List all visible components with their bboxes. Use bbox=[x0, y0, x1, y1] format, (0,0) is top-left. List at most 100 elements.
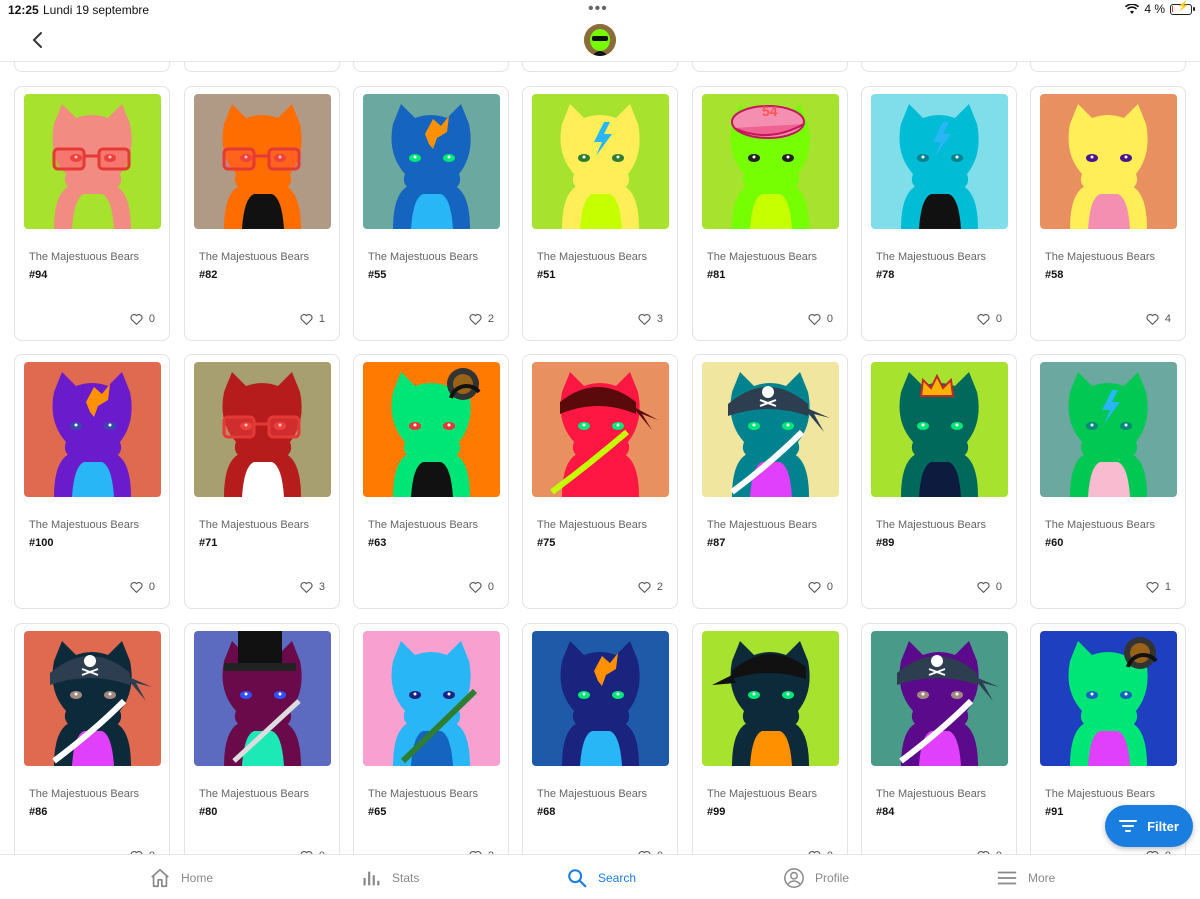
token-id: #100 bbox=[29, 537, 54, 549]
nft-thumbnail[interactable] bbox=[363, 631, 500, 766]
collection-name: The Majestuous Bears bbox=[368, 251, 479, 263]
nft-thumbnail[interactable] bbox=[532, 362, 669, 497]
tab-more[interactable]: More bbox=[996, 867, 1055, 889]
nft-card[interactable]: The Majestuous Bears#652 bbox=[353, 623, 509, 854]
like-button[interactable]: 2 bbox=[469, 313, 494, 325]
nft-image bbox=[194, 631, 331, 766]
tab-label: Search bbox=[598, 871, 637, 885]
nft-card-partial[interactable] bbox=[1030, 62, 1186, 72]
nft-card[interactable]: The Majestuous Bears #58 4 bbox=[1030, 86, 1186, 341]
like-button[interactable]: 3 bbox=[300, 581, 325, 593]
nft-thumbnail[interactable] bbox=[702, 631, 839, 766]
nft-thumbnail[interactable] bbox=[24, 631, 161, 766]
nft-card[interactable]: The Majestuous Bears#990 bbox=[692, 623, 848, 854]
nft-card[interactable]: The Majestuous Bears #94 0 bbox=[14, 86, 170, 341]
nft-card[interactable]: The Majestuous Bears #82 1 bbox=[184, 86, 340, 341]
like-button[interactable]: 0 bbox=[808, 581, 833, 593]
nft-thumbnail[interactable] bbox=[1040, 631, 1177, 766]
like-button[interactable]: 0 bbox=[808, 313, 833, 325]
nft-thumbnail[interactable] bbox=[24, 94, 161, 229]
multitasking-dots-icon[interactable]: ••• bbox=[588, 0, 608, 18]
token-id: #87 bbox=[707, 537, 726, 549]
nft-card[interactable]: The Majestuous Bears #71 3 bbox=[184, 354, 340, 609]
nft-image bbox=[1040, 631, 1177, 766]
nft-thumbnail[interactable] bbox=[1040, 362, 1177, 497]
heart-icon bbox=[977, 314, 990, 325]
nft-image bbox=[363, 631, 500, 766]
nft-thumbnail[interactable] bbox=[194, 631, 331, 766]
nft-card-partial[interactable] bbox=[861, 62, 1017, 72]
nft-card[interactable]: The Majestuous Bears #100 0 bbox=[14, 354, 170, 609]
nft-thumbnail[interactable] bbox=[871, 362, 1008, 497]
nft-card-partial[interactable] bbox=[522, 62, 678, 72]
back-button[interactable] bbox=[26, 28, 50, 52]
status-time: 12:25 bbox=[8, 3, 39, 17]
like-count: 0 bbox=[826, 313, 833, 325]
nft-thumbnail[interactable] bbox=[871, 94, 1008, 229]
tab-search[interactable]: Search bbox=[566, 867, 636, 889]
nft-thumbnail[interactable] bbox=[363, 362, 500, 497]
like-button[interactable]: 3 bbox=[638, 313, 663, 325]
like-button[interactable]: 1 bbox=[300, 313, 325, 325]
svg-text:54: 54 bbox=[762, 103, 778, 119]
tab-label: Profile bbox=[815, 871, 850, 885]
nft-card[interactable]: The Majestuous Bears #78 0 bbox=[861, 86, 1017, 341]
nft-card[interactable]: The Majestuous Bears #75 2 bbox=[522, 354, 678, 609]
filter-icon bbox=[1119, 820, 1138, 832]
nft-thumbnail[interactable] bbox=[702, 362, 839, 497]
tab-home[interactable]: Home bbox=[149, 867, 213, 889]
chevron-left-icon bbox=[32, 32, 42, 48]
nft-card[interactable]: The Majestuous Bears #89 0 bbox=[861, 354, 1017, 609]
like-count: 0 bbox=[995, 581, 1002, 593]
like-count: 1 bbox=[318, 313, 325, 325]
nft-card[interactable]: The Majestuous Bears#800 bbox=[184, 623, 340, 854]
nft-card[interactable]: The Majestuous Bears #87 0 bbox=[692, 354, 848, 609]
token-id: #71 bbox=[199, 537, 218, 549]
nft-thumbnail[interactable] bbox=[24, 362, 161, 497]
menu-icon bbox=[997, 871, 1017, 885]
nft-thumbnail[interactable] bbox=[1040, 94, 1177, 229]
like-button[interactable]: 0 bbox=[977, 581, 1002, 593]
nft-card[interactable]: The Majestuous Bears #55 2 bbox=[353, 86, 509, 341]
like-button[interactable]: 1 bbox=[1146, 581, 1171, 593]
avatar[interactable] bbox=[584, 24, 616, 56]
nft-card-partial[interactable] bbox=[353, 62, 509, 72]
like-button[interactable]: 0 bbox=[130, 581, 155, 593]
nft-image bbox=[532, 362, 669, 497]
tab-profile[interactable]: Profile bbox=[783, 867, 849, 889]
like-button[interactable]: 4 bbox=[1146, 313, 1171, 325]
tab-stats[interactable]: Stats bbox=[360, 867, 419, 889]
heart-icon bbox=[469, 582, 482, 593]
nft-card[interactable]: The Majestuous Bears #63 0 bbox=[353, 354, 509, 609]
nft-thumbnail[interactable] bbox=[532, 631, 669, 766]
nft-card[interactable]: The Majestuous Bears#840 bbox=[861, 623, 1017, 854]
nft-image bbox=[194, 94, 331, 229]
nft-card[interactable]: 54 The Majestuous Bears #81 0 bbox=[692, 86, 848, 341]
nft-thumbnail[interactable] bbox=[532, 94, 669, 229]
like-button[interactable]: 0 bbox=[977, 313, 1002, 325]
like-count: 1 bbox=[1164, 581, 1171, 593]
nft-card-partial[interactable] bbox=[184, 62, 340, 72]
collection-name: The Majestuous Bears bbox=[368, 788, 479, 800]
like-button[interactable]: 2 bbox=[638, 581, 663, 593]
nft-thumbnail[interactable] bbox=[194, 94, 331, 229]
nft-thumbnail[interactable] bbox=[871, 631, 1008, 766]
like-button[interactable]: 0 bbox=[130, 313, 155, 325]
token-id: #51 bbox=[537, 269, 556, 281]
status-bar: 12:25 Lundi 19 septembre ••• 4 % ⚡ bbox=[0, 0, 1200, 22]
nft-card[interactable]: The Majestuous Bears#680 bbox=[522, 623, 678, 854]
nft-card[interactable]: The Majestuous Bears #60 1 bbox=[1030, 354, 1186, 609]
token-id: #82 bbox=[199, 269, 218, 281]
nft-thumbnail[interactable]: 54 bbox=[702, 94, 839, 229]
filter-button[interactable]: Filter bbox=[1105, 805, 1193, 847]
heart-icon bbox=[638, 314, 651, 325]
nft-thumbnail[interactable] bbox=[363, 94, 500, 229]
nft-card[interactable]: The Majestuous Bears#860 bbox=[14, 623, 170, 854]
nft-card[interactable]: The Majestuous Bears #51 3 bbox=[522, 86, 678, 341]
nft-card-partial[interactable] bbox=[692, 62, 848, 72]
like-button[interactable]: 0 bbox=[469, 581, 494, 593]
token-id: #94 bbox=[29, 269, 48, 281]
nft-card-partial[interactable] bbox=[14, 62, 170, 72]
nft-thumbnail[interactable] bbox=[194, 362, 331, 497]
token-id: #81 bbox=[707, 269, 726, 281]
